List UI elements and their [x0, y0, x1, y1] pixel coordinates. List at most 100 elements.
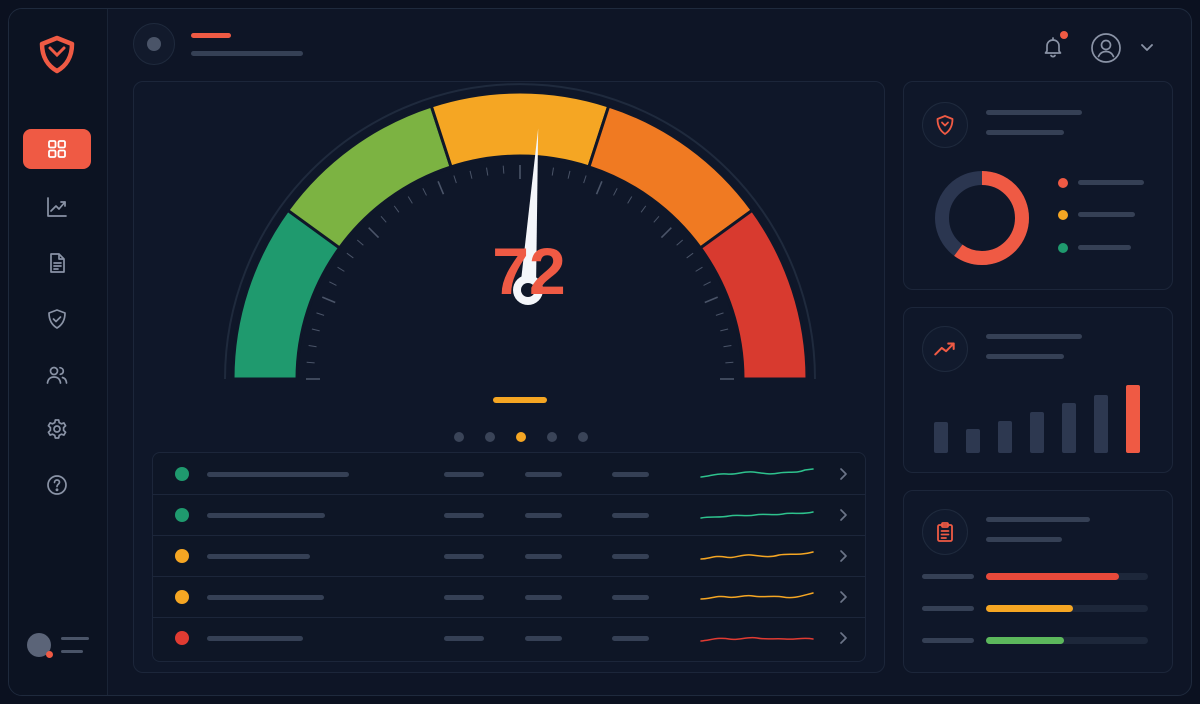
row-metric-placeholder [444, 636, 484, 641]
gauge-tick [720, 328, 729, 332]
gauge-tick [703, 281, 711, 286]
trend-bar [1126, 385, 1140, 453]
row-metric-placeholder [444, 513, 484, 518]
trend-sparkline [700, 511, 814, 519]
pager-dot[interactable] [578, 432, 588, 442]
pager-dot[interactable] [516, 432, 526, 442]
gauge-tick [551, 167, 554, 176]
chevron-right-icon[interactable] [835, 629, 851, 647]
gauge-segment [285, 104, 453, 251]
risk-table [152, 452, 866, 662]
row-metric-placeholder [525, 636, 562, 641]
gauge-tick [502, 165, 505, 174]
legend-label-placeholder [1078, 245, 1131, 250]
chevron-right-icon[interactable] [835, 465, 851, 483]
row-name-placeholder [207, 513, 325, 518]
status-dot [175, 590, 189, 604]
trend-bar [934, 422, 948, 453]
row-metric-placeholder [612, 595, 649, 600]
gauge-tick [393, 205, 400, 213]
table-row[interactable] [153, 617, 865, 658]
progress-fill [986, 573, 1119, 580]
trend-bar [1030, 412, 1044, 453]
gauge-tick [715, 312, 724, 316]
breakdown-card [903, 81, 1173, 290]
gauge-tick [723, 345, 732, 348]
risk-score-indicator [493, 397, 547, 403]
gauge-tick [725, 361, 734, 364]
report-card-icon-wrap [922, 509, 968, 555]
gauge-tick [316, 312, 325, 316]
card-title-placeholder [986, 517, 1090, 522]
row-metric-placeholder [525, 554, 562, 559]
trend-card [903, 307, 1173, 473]
trending-up-icon [934, 342, 955, 356]
trend-bar [998, 421, 1012, 453]
progress-fill [986, 605, 1073, 612]
risk-score-value: 72 [492, 234, 566, 308]
gauge-tick [368, 227, 380, 239]
pager-dot[interactable] [485, 432, 495, 442]
gauge-tick [595, 180, 603, 195]
chevron-right-icon[interactable] [835, 547, 851, 565]
card-title-placeholder [986, 334, 1082, 339]
gauge-tick [422, 188, 427, 196]
gauge-tick [380, 215, 387, 223]
gauge-tick [640, 205, 647, 213]
trend-card-icon-wrap [922, 326, 968, 372]
report-card [903, 490, 1173, 673]
status-dot [175, 508, 189, 522]
progress-fill [986, 637, 1064, 644]
chevron-right-icon[interactable] [835, 588, 851, 606]
legend-label-placeholder [1078, 212, 1135, 217]
progress-label-placeholder [922, 638, 974, 643]
row-metric-placeholder [444, 595, 484, 600]
row-metric-placeholder [525, 472, 562, 477]
gauge-segment [429, 90, 611, 169]
pager-dot[interactable] [454, 432, 464, 442]
gauge-tick [627, 196, 633, 204]
row-metric-placeholder [612, 636, 649, 641]
gauge-tick [660, 227, 672, 239]
trend-sparkline [700, 468, 814, 478]
status-dot [175, 467, 189, 481]
gauge-tick [306, 361, 315, 364]
row-metric-placeholder [444, 472, 484, 477]
table-row[interactable] [153, 453, 865, 495]
progress-track [986, 573, 1148, 580]
gauge-tick [695, 266, 703, 272]
trend-sparkline [700, 592, 814, 600]
gauge-tick [686, 252, 694, 259]
table-row[interactable] [153, 535, 865, 577]
gauge-segment [698, 208, 809, 381]
breakdown-donut-chart [935, 171, 1029, 265]
row-metric-placeholder [612, 472, 649, 477]
app-window: 72 [8, 8, 1192, 696]
gauge-tick [613, 188, 618, 196]
pager-dot[interactable] [547, 432, 557, 442]
card-subtitle-placeholder [986, 354, 1064, 359]
progress-label-placeholder [922, 606, 974, 611]
gauge-tick [486, 167, 489, 176]
table-row[interactable] [153, 576, 865, 618]
row-metric-placeholder [612, 554, 649, 559]
chevron-right-icon[interactable] [835, 506, 851, 524]
status-dot [175, 549, 189, 563]
legend-label-placeholder [1078, 180, 1144, 185]
progress-track [986, 605, 1148, 612]
legend-dot-medium [1058, 210, 1068, 220]
card-subtitle-placeholder [986, 130, 1064, 135]
row-name-placeholder [207, 554, 310, 559]
trend-sparkline [700, 551, 814, 560]
row-name-placeholder [207, 636, 303, 641]
row-metric-placeholder [444, 554, 484, 559]
gauge-tick [337, 266, 345, 272]
table-row[interactable] [153, 494, 865, 536]
status-dot [175, 631, 189, 645]
progress-track [986, 637, 1148, 644]
row-metric-placeholder [525, 513, 562, 518]
gauge-tick [676, 239, 684, 246]
gauge-tick [308, 345, 317, 348]
trend-bar [966, 429, 980, 453]
row-name-placeholder [207, 595, 324, 600]
